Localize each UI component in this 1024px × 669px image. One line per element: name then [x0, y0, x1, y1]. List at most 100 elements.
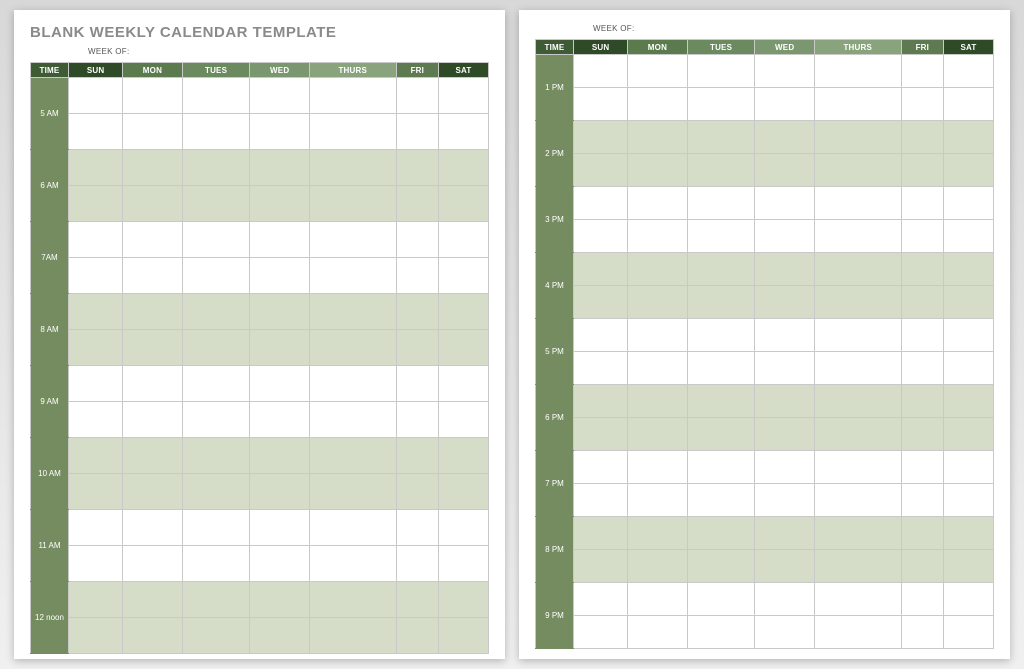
calendar-cell[interactable] — [628, 187, 687, 220]
calendar-cell[interactable] — [944, 616, 994, 649]
calendar-cell[interactable] — [755, 55, 814, 88]
calendar-cell[interactable] — [439, 114, 489, 150]
calendar-cell[interactable] — [396, 546, 439, 582]
calendar-cell[interactable] — [944, 517, 994, 550]
calendar-cell[interactable] — [814, 418, 901, 451]
calendar-cell[interactable] — [687, 253, 755, 286]
calendar-cell[interactable] — [944, 385, 994, 418]
calendar-cell[interactable] — [814, 550, 901, 583]
calendar-cell[interactable] — [574, 616, 628, 649]
calendar-cell[interactable] — [182, 438, 250, 474]
calendar-cell[interactable] — [687, 220, 755, 253]
calendar-cell[interactable] — [944, 484, 994, 517]
calendar-cell[interactable] — [755, 187, 814, 220]
calendar-cell[interactable] — [901, 220, 944, 253]
calendar-cell[interactable] — [182, 546, 250, 582]
calendar-cell[interactable] — [123, 402, 182, 438]
calendar-cell[interactable] — [123, 366, 182, 402]
calendar-cell[interactable] — [396, 474, 439, 510]
calendar-cell[interactable] — [814, 385, 901, 418]
calendar-cell[interactable] — [250, 330, 309, 366]
calendar-cell[interactable] — [309, 330, 396, 366]
calendar-cell[interactable] — [628, 616, 687, 649]
calendar-cell[interactable] — [69, 618, 123, 654]
calendar-cell[interactable] — [250, 582, 309, 618]
calendar-cell[interactable] — [123, 114, 182, 150]
calendar-cell[interactable] — [814, 583, 901, 616]
calendar-cell[interactable] — [439, 618, 489, 654]
calendar-cell[interactable] — [574, 286, 628, 319]
calendar-cell[interactable] — [182, 510, 250, 546]
calendar-cell[interactable] — [396, 150, 439, 186]
calendar-cell[interactable] — [309, 402, 396, 438]
calendar-cell[interactable] — [439, 474, 489, 510]
calendar-cell[interactable] — [69, 402, 123, 438]
calendar-cell[interactable] — [901, 253, 944, 286]
calendar-cell[interactable] — [901, 319, 944, 352]
calendar-cell[interactable] — [309, 258, 396, 294]
calendar-cell[interactable] — [69, 78, 123, 114]
calendar-cell[interactable] — [182, 258, 250, 294]
calendar-cell[interactable] — [628, 220, 687, 253]
calendar-cell[interactable] — [814, 154, 901, 187]
calendar-cell[interactable] — [628, 286, 687, 319]
calendar-cell[interactable] — [628, 550, 687, 583]
calendar-cell[interactable] — [944, 154, 994, 187]
calendar-cell[interactable] — [814, 187, 901, 220]
calendar-cell[interactable] — [628, 154, 687, 187]
calendar-cell[interactable] — [687, 451, 755, 484]
calendar-cell[interactable] — [250, 258, 309, 294]
calendar-cell[interactable] — [574, 319, 628, 352]
calendar-cell[interactable] — [123, 222, 182, 258]
calendar-cell[interactable] — [755, 88, 814, 121]
calendar-cell[interactable] — [687, 484, 755, 517]
calendar-cell[interactable] — [309, 222, 396, 258]
calendar-cell[interactable] — [628, 253, 687, 286]
calendar-cell[interactable] — [687, 352, 755, 385]
calendar-cell[interactable] — [396, 582, 439, 618]
calendar-cell[interactable] — [439, 402, 489, 438]
calendar-cell[interactable] — [69, 222, 123, 258]
calendar-cell[interactable] — [574, 187, 628, 220]
calendar-cell[interactable] — [901, 385, 944, 418]
calendar-cell[interactable] — [396, 114, 439, 150]
calendar-cell[interactable] — [182, 222, 250, 258]
calendar-cell[interactable] — [574, 550, 628, 583]
calendar-cell[interactable] — [574, 583, 628, 616]
calendar-cell[interactable] — [814, 55, 901, 88]
calendar-cell[interactable] — [628, 121, 687, 154]
calendar-cell[interactable] — [69, 438, 123, 474]
calendar-cell[interactable] — [901, 88, 944, 121]
calendar-cell[interactable] — [123, 618, 182, 654]
calendar-cell[interactable] — [396, 366, 439, 402]
calendar-cell[interactable] — [69, 258, 123, 294]
calendar-cell[interactable] — [439, 510, 489, 546]
calendar-cell[interactable] — [755, 154, 814, 187]
calendar-cell[interactable] — [182, 330, 250, 366]
calendar-cell[interactable] — [309, 438, 396, 474]
calendar-cell[interactable] — [309, 582, 396, 618]
calendar-cell[interactable] — [628, 451, 687, 484]
calendar-cell[interactable] — [309, 150, 396, 186]
calendar-cell[interactable] — [574, 517, 628, 550]
calendar-cell[interactable] — [814, 616, 901, 649]
calendar-cell[interactable] — [755, 352, 814, 385]
calendar-cell[interactable] — [755, 550, 814, 583]
calendar-cell[interactable] — [687, 286, 755, 319]
calendar-cell[interactable] — [628, 319, 687, 352]
calendar-cell[interactable] — [901, 154, 944, 187]
calendar-cell[interactable] — [687, 88, 755, 121]
calendar-cell[interactable] — [814, 220, 901, 253]
calendar-cell[interactable] — [309, 618, 396, 654]
calendar-cell[interactable] — [628, 484, 687, 517]
calendar-cell[interactable] — [69, 150, 123, 186]
calendar-cell[interactable] — [687, 319, 755, 352]
calendar-cell[interactable] — [182, 78, 250, 114]
calendar-cell[interactable] — [309, 114, 396, 150]
calendar-cell[interactable] — [250, 186, 309, 222]
calendar-cell[interactable] — [69, 330, 123, 366]
calendar-cell[interactable] — [901, 286, 944, 319]
calendar-cell[interactable] — [396, 438, 439, 474]
calendar-cell[interactable] — [396, 258, 439, 294]
calendar-cell[interactable] — [755, 583, 814, 616]
